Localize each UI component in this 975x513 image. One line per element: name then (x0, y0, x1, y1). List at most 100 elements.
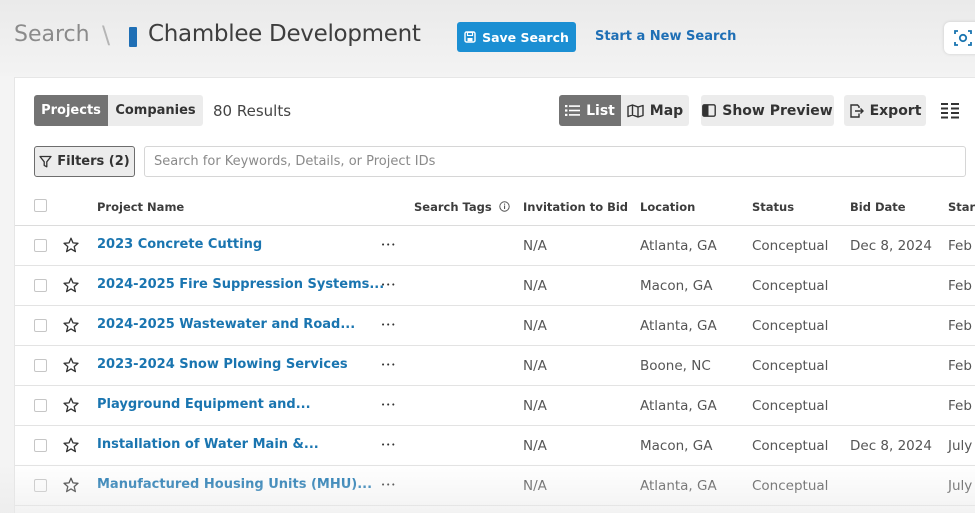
col-status[interactable]: Status (752, 200, 794, 214)
project-name-link[interactable]: 2023 Concrete Cutting (97, 237, 262, 252)
more-options-icon[interactable]: ••• (381, 441, 396, 449)
info-icon[interactable] (499, 201, 510, 212)
location-cell: Atlanta, GA (640, 318, 717, 334)
page-title: Chamblee Development (148, 21, 421, 47)
results-panel: Projects Companies 80 Results List Map S… (14, 77, 975, 513)
columns-settings-icon[interactable] (941, 102, 959, 119)
more-options-icon[interactable]: ••• (381, 321, 396, 329)
tab-projects[interactable]: Projects (34, 95, 108, 126)
more-options-icon[interactable]: ••• (381, 401, 396, 409)
col-location[interactable]: Location (640, 200, 695, 214)
bid-date-cell: Dec 8, 2024 (850, 438, 932, 454)
preview-panel-icon (702, 104, 717, 117)
location-cell: Boone, NC (640, 358, 711, 374)
table-row[interactable]: Playground Equipment and... ••• N/A Atlanta… (15, 386, 975, 426)
save-icon (464, 31, 476, 43)
bid-date-cell: Dec 8, 2024 (850, 238, 932, 254)
show-preview-button[interactable]: Show Preview (701, 95, 834, 126)
project-marker-icon (129, 27, 137, 47)
more-options-icon[interactable]: ••• (381, 481, 396, 489)
col-search-tags-label: Search Tags (414, 200, 492, 214)
table-row[interactable]: 2023-2024 Snow Plowing Services ••• N/A Boo… (15, 346, 975, 386)
row-checkbox[interactable] (34, 399, 47, 412)
status-cell: Conceptual (752, 398, 829, 414)
filter-funnel-icon (39, 155, 52, 168)
status-cell: Conceptual (752, 438, 829, 454)
start-date-cell: Feb (948, 358, 972, 374)
status-cell: Conceptual (752, 238, 829, 254)
filters-button[interactable]: Filters (2) (34, 146, 135, 177)
screenshot-button[interactable] (944, 22, 975, 54)
project-name-link[interactable]: Playground Equipment and... (97, 397, 311, 412)
status-cell: Conceptual (752, 358, 829, 374)
invitation-to-bid-cell: N/A (523, 478, 547, 494)
show-preview-label: Show Preview (722, 102, 833, 119)
start-date-cell: Feb (948, 238, 972, 254)
more-options-icon[interactable]: ••• (381, 241, 396, 249)
project-name-link[interactable]: 2023-2024 Snow Plowing Services (97, 357, 348, 372)
list-view-label: List (586, 102, 615, 119)
location-cell: Atlanta, GA (640, 398, 717, 414)
keyword-search-input[interactable] (144, 146, 966, 177)
star-icon[interactable] (63, 277, 79, 297)
row-checkbox[interactable] (34, 239, 47, 252)
table-row[interactable]: Manufactured Housing Units (MHU)... ••• N/… (15, 466, 975, 506)
row-checkbox[interactable] (34, 359, 47, 372)
project-name-link[interactable]: 2024-2025 Fire Suppression Systems... (97, 277, 384, 292)
table-row[interactable]: 2023 Concrete Cutting ••• N/A Atlanta, GA Co… (15, 226, 975, 266)
status-cell: Conceptual (752, 478, 829, 494)
star-icon[interactable] (63, 477, 79, 497)
table-row[interactable]: 2024-2025 Fire Suppression Systems... •••… (15, 266, 975, 306)
invitation-to-bid-cell: N/A (523, 398, 547, 414)
select-all-checkbox[interactable] (34, 199, 47, 212)
map-view-button[interactable]: Map (621, 95, 689, 126)
col-bid-date[interactable]: Bid Date (850, 200, 906, 214)
project-name-link[interactable]: Manufactured Housing Units (MHU)... (97, 477, 372, 492)
row-checkbox[interactable] (34, 479, 47, 492)
start-date-cell: Feb (948, 398, 972, 414)
start-new-search-link[interactable]: Start a New Search (595, 29, 736, 44)
results-count: 80 Results (213, 102, 292, 120)
col-start[interactable]: Start (948, 200, 975, 214)
entity-tabs: Projects Companies (34, 95, 203, 126)
col-project-name[interactable]: Project Name (97, 200, 184, 214)
location-cell: Macon, GA (640, 278, 713, 294)
invitation-to-bid-cell: N/A (523, 318, 547, 334)
more-options-icon[interactable]: ••• (381, 281, 396, 289)
star-icon[interactable] (63, 357, 79, 377)
project-name-link[interactable]: Installation of Water Main &... (97, 437, 319, 452)
save-search-label: Save Search (482, 29, 569, 45)
top-bar: Search \ Chamblee Development Save Searc… (0, 0, 975, 76)
col-invitation-to-bid[interactable]: Invitation to Bid (523, 200, 628, 214)
table-header: Project Name Search Tags Invitation to B… (15, 186, 975, 226)
export-button[interactable]: Export (844, 95, 926, 126)
breadcrumb-separator: \ (102, 21, 111, 49)
start-date-cell: Feb (948, 318, 972, 334)
tab-companies[interactable]: Companies (108, 95, 203, 126)
start-date-cell: July (948, 438, 973, 454)
list-view-button[interactable]: List (559, 95, 621, 126)
screen-capture-icon (954, 30, 972, 46)
row-checkbox[interactable] (34, 319, 47, 332)
breadcrumb-search[interactable]: Search (14, 22, 90, 47)
star-icon[interactable] (63, 397, 79, 417)
start-date-cell: Feb (948, 278, 972, 294)
invitation-to-bid-cell: N/A (523, 438, 547, 454)
list-icon (565, 105, 581, 116)
project-name-link[interactable]: 2024-2025 Wastewater and Road... (97, 317, 355, 332)
invitation-to-bid-cell: N/A (523, 358, 547, 374)
invitation-to-bid-cell: N/A (523, 238, 547, 254)
map-icon (627, 103, 644, 118)
star-icon[interactable] (63, 437, 79, 457)
save-search-button[interactable]: Save Search (457, 22, 576, 52)
filters-label: Filters (2) (57, 154, 130, 169)
more-options-icon[interactable]: ••• (381, 361, 396, 369)
row-checkbox[interactable] (34, 439, 47, 452)
export-label: Export (869, 102, 922, 119)
row-checkbox[interactable] (34, 279, 47, 292)
star-icon[interactable] (63, 317, 79, 337)
table-row[interactable]: 2024-2025 Wastewater and Road... ••• N/A At… (15, 306, 975, 346)
star-icon[interactable] (63, 237, 79, 257)
col-search-tags[interactable]: Search Tags (414, 200, 510, 214)
table-row[interactable]: Installation of Water Main &... ••• N/A Mac… (15, 426, 975, 466)
